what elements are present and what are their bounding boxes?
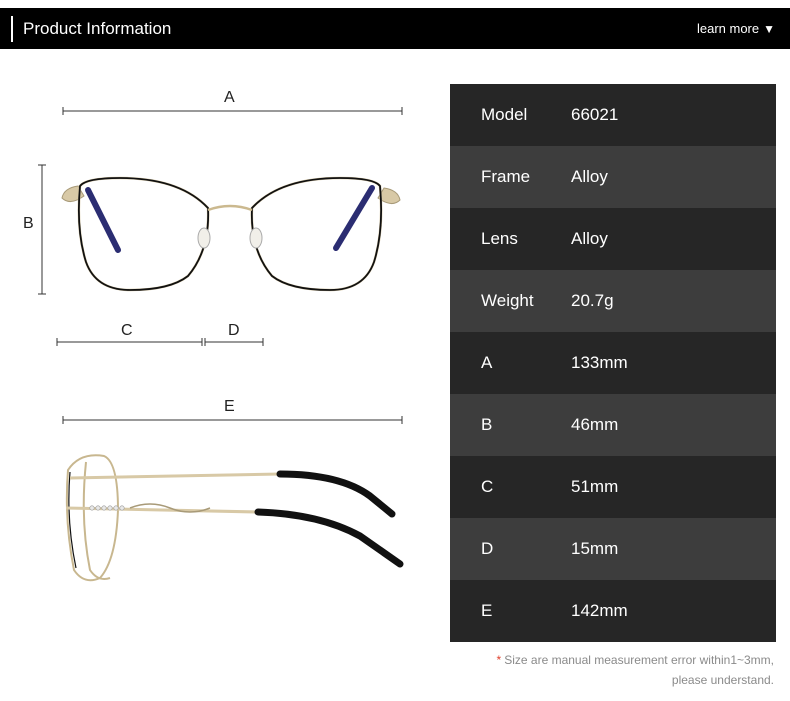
left-temple-tip bbox=[85, 187, 121, 253]
chevron-down-icon: ▼ bbox=[763, 22, 775, 36]
glasses-front-image bbox=[61, 176, 401, 292]
dimension-line-a bbox=[62, 107, 403, 115]
dimension-line-e bbox=[62, 416, 403, 424]
spec-value: 66021 bbox=[571, 105, 619, 124]
spec-value: 142mm bbox=[571, 601, 628, 620]
note-text-2: please understand. bbox=[671, 673, 774, 687]
bridge bbox=[207, 204, 253, 212]
spec-row-a: A 133mm bbox=[450, 332, 776, 394]
glasses-front-diagram bbox=[38, 107, 403, 346]
spec-value: 46mm bbox=[571, 415, 619, 434]
spec-key: Lens bbox=[481, 229, 518, 248]
spec-value: Alloy bbox=[571, 167, 608, 186]
glasses-side-diagram bbox=[62, 416, 404, 582]
spec-table: Model 66021 Frame Alloy Lens Alloy Weigh… bbox=[450, 84, 776, 642]
spec-key: Model bbox=[481, 105, 528, 124]
learn-more-label: learn more bbox=[696, 21, 760, 36]
measurement-note: * Size are manual measurement error withi… bbox=[497, 650, 774, 690]
spec-value: Alloy bbox=[571, 229, 608, 248]
header-bar: Product Information learn more ▼ bbox=[0, 8, 790, 49]
note-text-1: Size are manual measurement error within… bbox=[504, 653, 774, 667]
spec-row-weight: Weight 20.7g bbox=[450, 270, 776, 332]
dimension-label-a: A bbox=[224, 89, 235, 106]
side-lens-outline-back bbox=[82, 461, 111, 580]
spec-key: Weight bbox=[481, 291, 534, 310]
spec-value: 20.7g bbox=[571, 291, 614, 310]
left-rim-gold bbox=[77, 176, 210, 292]
dimension-label-d: D bbox=[228, 322, 240, 339]
glasses-side-image bbox=[65, 454, 404, 582]
spec-row-d: D 15mm bbox=[450, 518, 776, 580]
spec-row-frame: Frame Alloy bbox=[450, 146, 776, 208]
upper-temple-tip bbox=[276, 470, 396, 518]
spec-row-b: B 46mm bbox=[450, 394, 776, 456]
page-title: Product Information bbox=[23, 19, 172, 38]
asterisk-icon: * bbox=[496, 653, 502, 667]
spec-row-c: C 51mm bbox=[450, 456, 776, 518]
spec-value: 15mm bbox=[571, 539, 619, 558]
spec-row-lens: Lens Alloy bbox=[450, 208, 776, 270]
spec-row-model: Model 66021 bbox=[450, 84, 776, 146]
dimension-label-b: B bbox=[23, 215, 34, 232]
side-lens-rim-black bbox=[68, 471, 77, 569]
dimension-label-c: C bbox=[121, 322, 133, 339]
learn-more-link[interactable]: learn more ▼ bbox=[697, 21, 775, 37]
spec-key: D bbox=[481, 539, 494, 558]
right-temple-tip bbox=[333, 185, 375, 251]
spec-row-e: E 142mm bbox=[450, 580, 776, 642]
spec-key: Frame bbox=[481, 167, 531, 186]
right-nose-pad bbox=[249, 227, 263, 249]
spec-value: 51mm bbox=[571, 477, 619, 496]
right-rim-gold bbox=[250, 176, 383, 292]
lower-temple-tip bbox=[254, 508, 404, 568]
spec-key: A bbox=[481, 353, 493, 372]
spec-value: 133mm bbox=[571, 353, 628, 372]
spec-key: B bbox=[481, 415, 493, 434]
spec-key: C bbox=[481, 477, 494, 496]
left-nose-pad bbox=[197, 227, 211, 249]
upper-temple bbox=[69, 472, 281, 480]
note-line-1: * Size are manual measurement error withi… bbox=[497, 650, 774, 670]
header-accent-bar bbox=[11, 16, 13, 42]
lower-temple bbox=[65, 506, 259, 514]
spec-key: E bbox=[481, 601, 493, 620]
dimension-line-b bbox=[38, 164, 46, 295]
